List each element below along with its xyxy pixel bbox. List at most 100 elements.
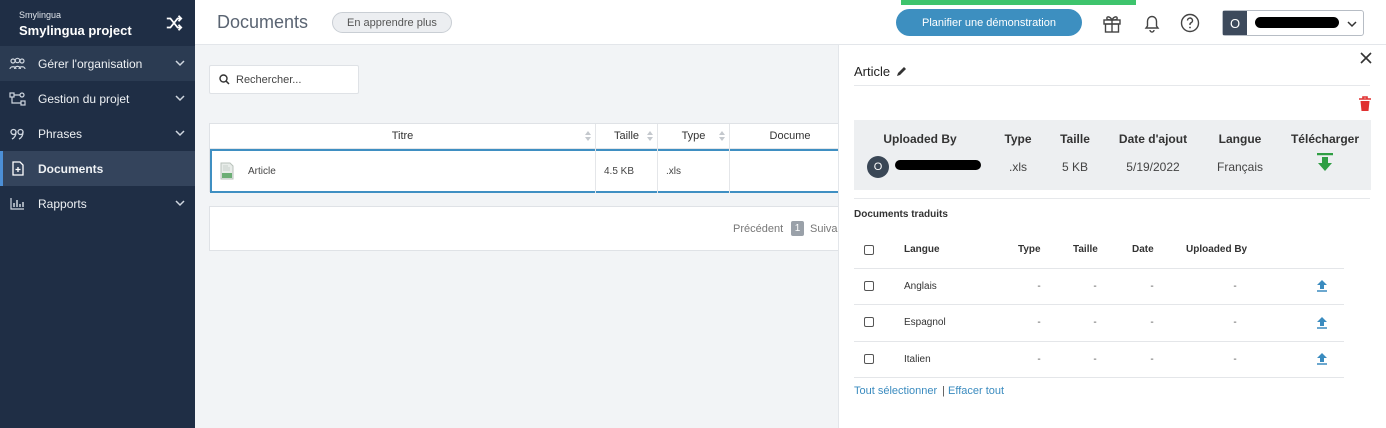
info-type: .xls [1009, 160, 1027, 174]
search-icon [219, 74, 230, 85]
sidebar-item-documents[interactable]: Documents [0, 151, 195, 186]
info-header-download: Télécharger [1290, 132, 1360, 146]
help-icon[interactable] [1179, 12, 1201, 34]
document-icon [9, 160, 26, 177]
page-title: Documents [217, 12, 309, 32]
info-header-language: Langue [1218, 132, 1262, 146]
document-name: Article [854, 64, 891, 79]
sidebar-item-reports[interactable]: Rapports [0, 186, 195, 221]
chevron-down-icon [175, 200, 185, 207]
project-flow-icon [9, 90, 26, 107]
chevron-down-icon [175, 95, 185, 102]
column-header-uploaded-by: Uploaded By [1186, 244, 1248, 255]
info-language: Français [1216, 160, 1264, 174]
translation-type: - [1037, 317, 1041, 328]
sort-icon [647, 131, 653, 141]
translation-language: Italien [904, 354, 931, 365]
avatar: O [1223, 11, 1247, 35]
chart-icon [9, 195, 26, 212]
pencil-icon[interactable] [896, 66, 907, 77]
column-header-size: Taille [1073, 244, 1098, 255]
chevron-down-icon [175, 60, 185, 67]
upload-icon[interactable] [1316, 316, 1328, 329]
sidebar-item-label: Gérer l'organisation [38, 56, 143, 71]
previous-page-button[interactable]: Précédent [733, 223, 783, 235]
select-all-checkbox[interactable] [864, 245, 874, 255]
column-header-label: Docume [769, 130, 811, 142]
sidebar: Smylingua Smylingua project Gérer l'orga… [0, 0, 195, 428]
translation-date: - [1150, 281, 1154, 292]
cell-size: 4.5 KB [596, 149, 658, 193]
info-header-type: Type [1004, 132, 1032, 146]
row-checkbox[interactable] [864, 317, 874, 327]
translation-language: Anglais [904, 281, 937, 292]
close-icon[interactable] [1360, 52, 1372, 64]
row-divider [854, 304, 1344, 305]
column-header-title[interactable]: Titre [210, 124, 596, 148]
column-header-size[interactable]: Taille [596, 124, 658, 148]
page-number-button[interactable]: 1 [791, 221, 804, 236]
divider [854, 198, 1370, 199]
info-date: 5/19/2022 [1126, 160, 1180, 174]
sidebar-item-label: Rapports [38, 196, 87, 211]
translation-uploaded-by: - [1233, 354, 1237, 365]
column-header-label: Taille [613, 130, 640, 142]
upload-icon[interactable] [1316, 352, 1328, 365]
uploader-avatar: O [867, 156, 889, 178]
column-header-document[interactable]: Docume [730, 124, 850, 148]
column-header-type[interactable]: Type [658, 124, 730, 148]
sidebar-item-organisation[interactable]: Gérer l'organisation [0, 46, 195, 81]
sidebar-item-phrases[interactable]: Phrases [0, 116, 195, 151]
panel-title: Article [854, 64, 907, 79]
translation-size: - [1093, 354, 1097, 365]
next-page-button[interactable]: Suivai [810, 223, 840, 235]
bell-icon[interactable] [1141, 12, 1163, 34]
translation-date: - [1150, 317, 1154, 328]
pagination: Précédent 1 Suivai [209, 206, 849, 251]
excel-file-icon [220, 162, 234, 180]
translation-date: - [1150, 354, 1154, 365]
row-divider [854, 377, 1344, 378]
translated-documents-label: Documents traduits [854, 209, 948, 220]
redacted-uploader-name [895, 160, 981, 170]
top-header: Documents En apprendre plus Planifier un… [195, 0, 1386, 45]
shuffle-icon[interactable] [165, 14, 183, 32]
search-input[interactable] [236, 73, 356, 86]
row-checkbox[interactable] [864, 354, 874, 364]
info-header-size: Taille [1060, 132, 1090, 146]
translation-uploaded-by: - [1233, 281, 1237, 292]
translation-type: - [1037, 354, 1041, 365]
clear-all-link[interactable]: Effacer tout [948, 385, 1004, 397]
search-box [209, 65, 359, 94]
column-header-date: Date [1132, 244, 1154, 255]
translation-type: - [1037, 281, 1041, 292]
info-header-date: Date d'ajout [1118, 132, 1188, 146]
people-icon [9, 55, 26, 72]
chevron-down-icon [1347, 21, 1357, 28]
sort-icon [719, 131, 725, 141]
info-size: 5 KB [1061, 160, 1089, 174]
notification-strip [901, 0, 1136, 5]
gift-icon[interactable] [1101, 12, 1123, 34]
sidebar-item-project[interactable]: Gestion du projet [0, 81, 195, 116]
chevron-down-icon [175, 130, 185, 137]
info-header-uploaded-by: Uploaded By [883, 132, 957, 146]
sidebar-item-label: Gestion du projet [38, 91, 130, 106]
translation-uploaded-by: - [1233, 317, 1237, 328]
download-icon[interactable] [1316, 153, 1334, 173]
learn-more-button[interactable]: En apprendre plus [332, 12, 452, 33]
documents-table: Titre Taille Type Docume Article 4.5 KB … [209, 123, 850, 193]
divider [854, 85, 1370, 86]
column-header-label: Type [681, 130, 706, 142]
row-divider [854, 268, 1344, 269]
document-title[interactable]: Article [248, 166, 276, 177]
upload-icon[interactable] [1316, 279, 1328, 292]
translation-size: - [1093, 281, 1097, 292]
user-menu[interactable]: O [1222, 10, 1364, 36]
trash-icon[interactable] [1358, 96, 1372, 112]
cell-title: Article [210, 149, 596, 193]
row-checkbox[interactable] [864, 281, 874, 291]
schedule-demo-button[interactable]: Planifier une démonstration [896, 9, 1082, 36]
select-all-link[interactable]: Tout sélectionner [854, 385, 937, 397]
redacted-username [1255, 17, 1339, 28]
